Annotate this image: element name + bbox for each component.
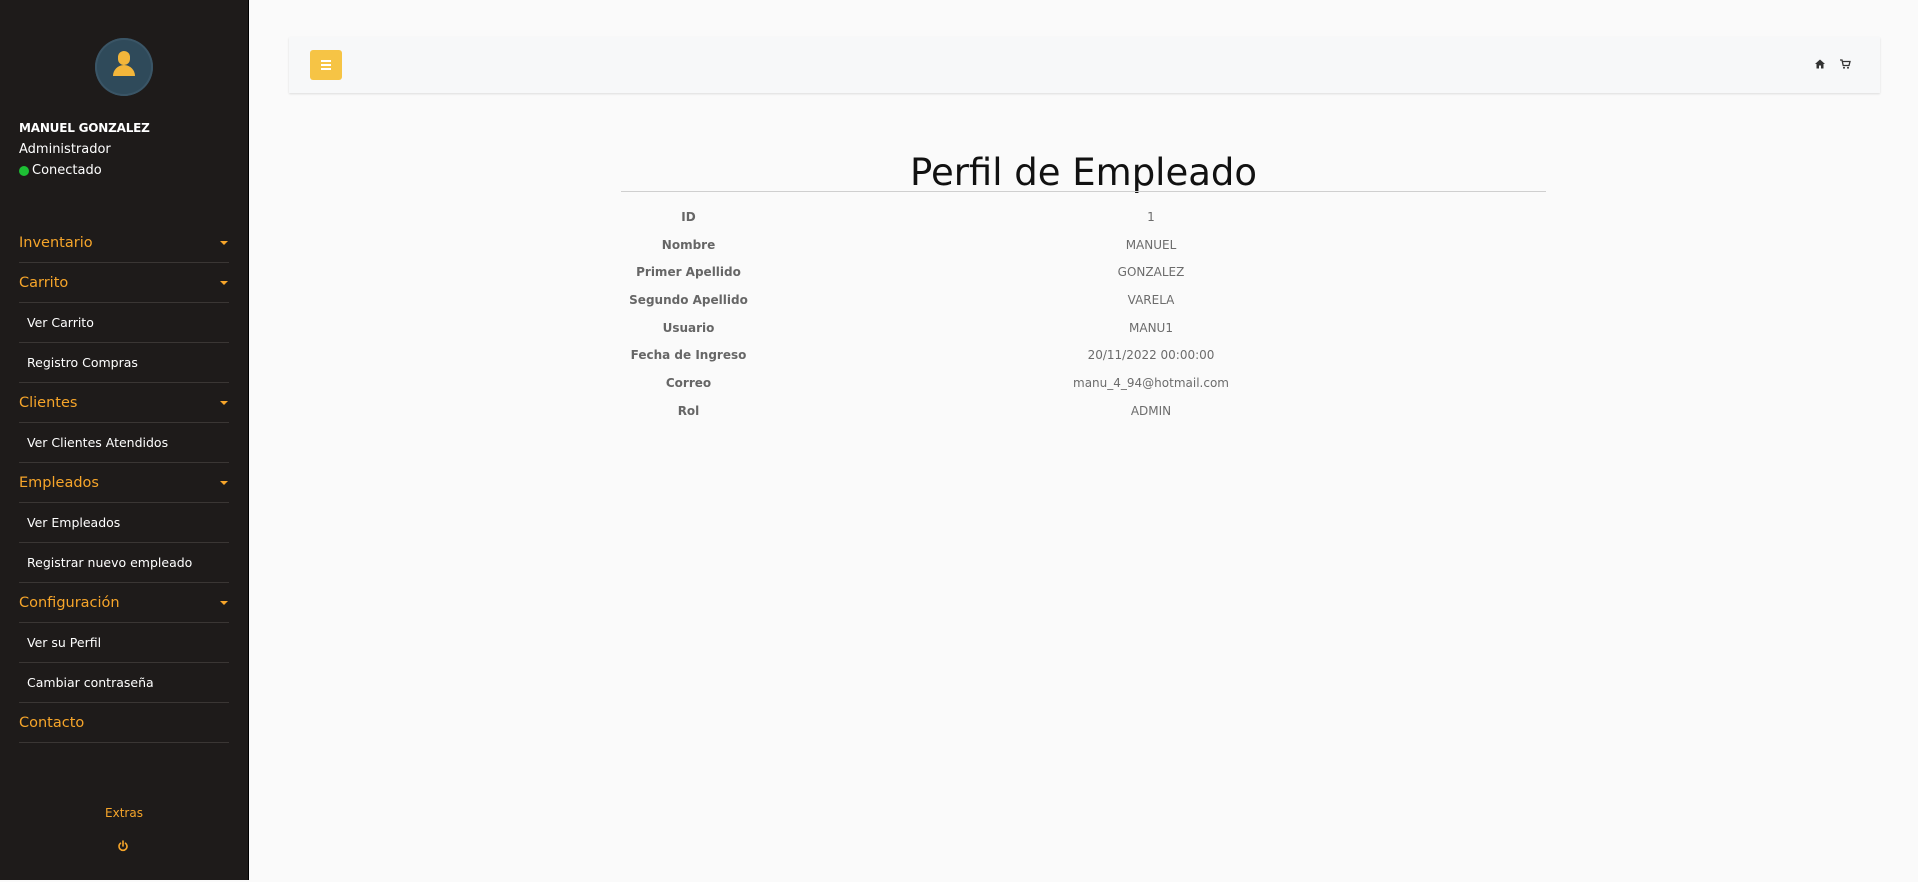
sidebar-item-configuracion[interactable]: Configuración [19,583,229,623]
sidebar-item-label: Contacto [19,714,85,731]
table-row: Segundo Apellido VARELA [621,286,1546,314]
avatar [95,38,153,96]
sidebar-subitem-ver-clientes-atendidos[interactable]: Ver Clientes Atendidos [19,423,229,463]
home-icon[interactable] [1814,58,1826,70]
sidebar-subitem-ver-su-perfil[interactable]: Ver su Perfil [19,623,229,663]
sidebar-item-empleados[interactable]: Empleados [19,463,229,503]
top-navbar [289,37,1880,93]
profile-label: Segundo Apellido [629,292,748,307]
caret-down-icon [220,600,228,605]
sidebar-item-inventario[interactable]: Inventario [19,223,229,263]
user-role: Administrador [19,142,111,157]
table-row: Usuario MANU1 [621,314,1546,342]
hamburger-icon [321,60,331,62]
profile-label: Nombre [661,237,716,252]
user-status: Conectado [19,163,102,178]
profile-value: GONZALEZ [1117,265,1185,280]
caret-down-icon [220,280,228,285]
sidebar-item-carrito[interactable]: Carrito [19,263,229,303]
profile-value: 1 [1147,209,1155,224]
user-name: MANUEL GONZALEZ [19,121,150,135]
table-row: Fecha de Ingreso 20/11/2022 00:00:00 [621,341,1546,369]
profile-label: Fecha de Ingreso [630,348,747,363]
caret-down-icon [220,480,228,485]
profile-label: ID [681,209,696,224]
table-row: Primer Apellido GONZALEZ [621,258,1546,286]
table-row: Nombre MANUEL [621,231,1546,259]
menu-toggle-button[interactable] [310,50,342,80]
sidebar-item-label: Configuración [19,594,120,611]
table-row: ID 1 [621,203,1546,231]
profile-label: Correo [665,375,712,390]
sidebar-subitem-cambiar-contrasena[interactable]: Cambiar contraseña [19,663,229,703]
page-title: Perfil de Empleado [909,150,1258,194]
sidebar: MANUEL GONZALEZ Administrador Conectado … [0,0,249,880]
profile-label: Primer Apellido [636,265,741,280]
cart-icon[interactable] [1839,58,1851,70]
extras-link[interactable]: Extras [0,806,248,820]
profile-label: Usuario [662,320,715,335]
sidebar-subitem-registrar-nuevo-empleado[interactable]: Registrar nuevo empleado [19,543,229,583]
sidebar-item-label: Clientes [19,394,78,411]
caret-down-icon [220,400,228,405]
table-row: Correo manu_4_94@hotmail.com [621,369,1546,397]
profile-table: ID 1 Nombre MANUEL Primer Apellido GONZA… [621,203,1546,425]
sidebar-item-clientes[interactable]: Clientes [19,383,229,423]
sidebar-subitem-registro-compras[interactable]: Registro Compras [19,343,229,383]
status-online-icon [19,165,29,176]
sidebar-subitem-ver-carrito[interactable]: Ver Carrito [19,303,229,343]
profile-value: manu_4_94@hotmail.com [1073,375,1229,390]
sidebar-subitem-ver-empleados[interactable]: Ver Empleados [19,503,229,543]
profile-value: 20/11/2022 00:00:00 [1087,348,1215,363]
sidebar-item-label: Empleados [19,474,99,491]
sidebar-nav: Inventario Carrito Ver Carrito Registro … [19,223,229,743]
profile-value: VARELA [1127,292,1175,307]
user-status-label: Conectado [32,163,102,178]
sidebar-item-contacto[interactable]: Contacto [19,703,229,743]
profile-value: MANU1 [1129,320,1173,335]
profile-value: MANUEL [1125,237,1177,252]
avatar-body [113,65,135,76]
power-icon[interactable] [117,840,129,852]
caret-down-icon [220,240,228,245]
profile-label: Rol [677,403,700,418]
profile-value: ADMIN [1130,403,1172,418]
title-divider [621,191,1546,192]
table-row: Rol ADMIN [621,397,1546,425]
sidebar-item-label: Inventario [19,234,93,251]
avatar-head [118,51,130,65]
sidebar-item-label: Carrito [19,274,69,291]
